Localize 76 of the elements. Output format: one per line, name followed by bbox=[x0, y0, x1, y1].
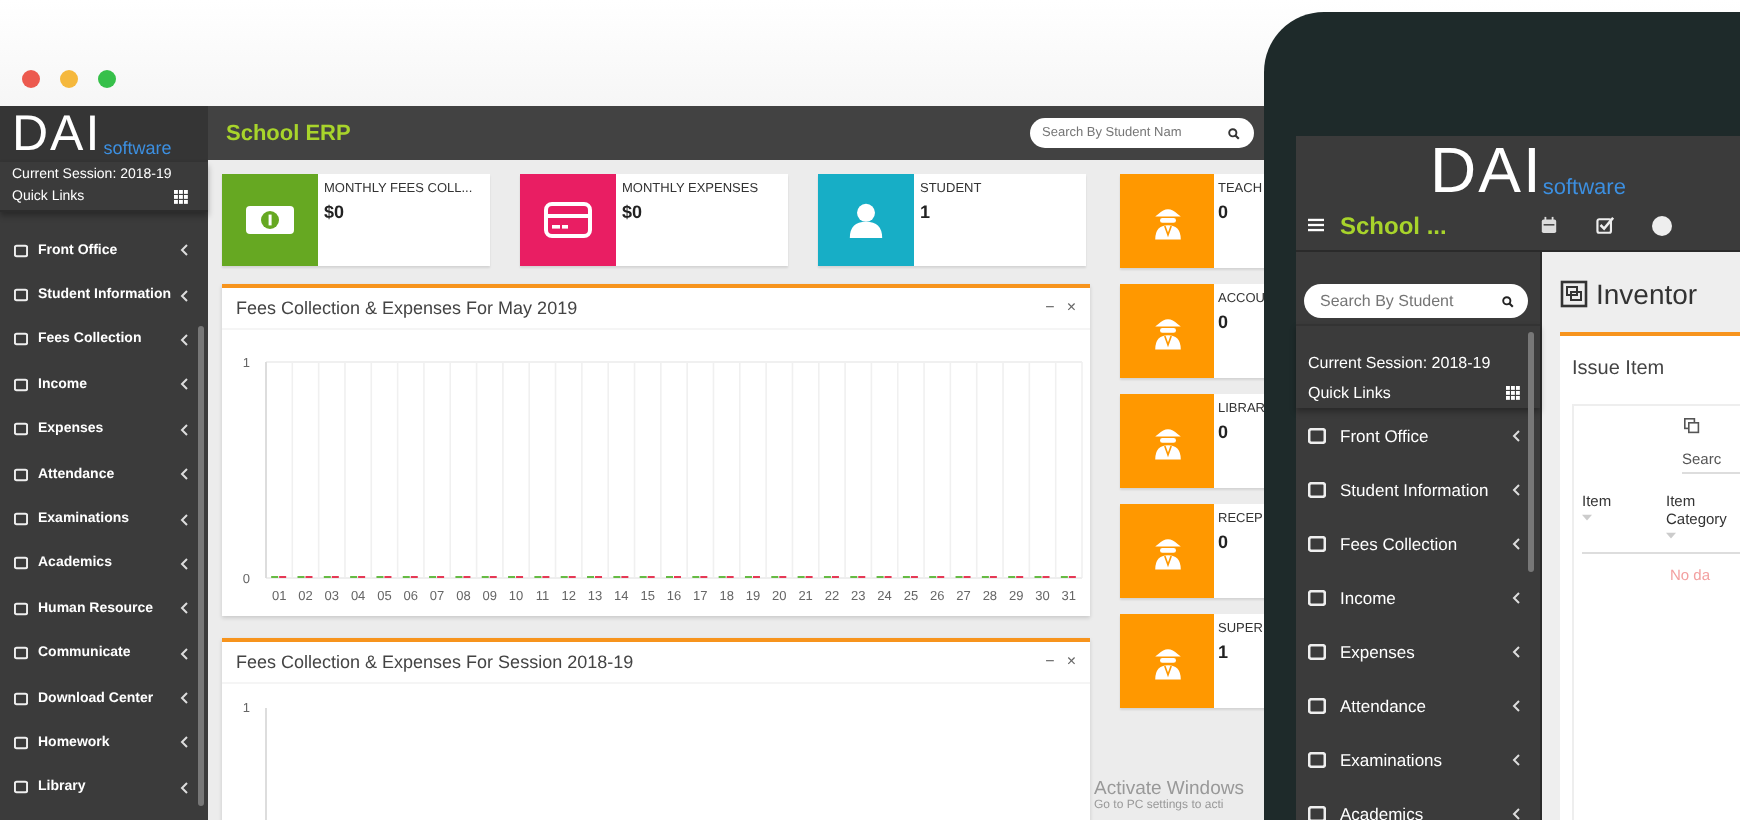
credit-card-icon bbox=[544, 202, 592, 238]
menu-item[interactable]: Attendance bbox=[1340, 695, 1512, 715]
spy-icon bbox=[1151, 203, 1183, 239]
logo: DAI software bbox=[1428, 136, 1628, 200]
window-dot[interactable] bbox=[98, 70, 116, 88]
chevron-icon bbox=[180, 513, 188, 526]
checkbox-icon[interactable] bbox=[1596, 216, 1614, 234]
boxes-icon bbox=[1560, 280, 1588, 308]
chevron-icon bbox=[180, 333, 188, 346]
chevron-icon bbox=[1512, 699, 1520, 711]
menu-icon[interactable] bbox=[1308, 218, 1324, 232]
card-value: 0 bbox=[1218, 312, 1231, 332]
panel-control[interactable]: × bbox=[1066, 300, 1076, 316]
card-value: 0 bbox=[1218, 422, 1231, 442]
menu-item[interactable]: Front Office bbox=[1340, 425, 1512, 445]
chevron-icon bbox=[1512, 591, 1520, 603]
spy-icon bbox=[1151, 423, 1183, 459]
menu-item[interactable]: Academics bbox=[1340, 803, 1512, 820]
spy-icon bbox=[1151, 643, 1183, 679]
chevron-icon bbox=[1512, 537, 1520, 549]
grid-icon[interactable] bbox=[174, 190, 188, 204]
app-title: School ERP bbox=[226, 121, 351, 145]
chevron-icon bbox=[180, 244, 188, 257]
panel-title: Fees Collection & Expenses For May 2019 bbox=[236, 298, 578, 318]
app-title: School ... bbox=[1340, 211, 1449, 239]
chevron-icon bbox=[180, 781, 188, 794]
banknote-icon bbox=[246, 202, 294, 238]
card-value: $0 bbox=[324, 202, 347, 222]
scrollbar[interactable] bbox=[1528, 332, 1534, 572]
window-dot[interactable] bbox=[22, 70, 40, 88]
chevron-icon bbox=[180, 378, 188, 391]
window-dot[interactable] bbox=[60, 70, 78, 88]
chevron-icon bbox=[1512, 429, 1520, 441]
avatar[interactable] bbox=[1652, 215, 1672, 235]
chevron-icon bbox=[180, 692, 188, 705]
spy-icon bbox=[1151, 313, 1183, 349]
card-title: Issue Item bbox=[1572, 358, 1665, 380]
search-icon[interactable] bbox=[1228, 127, 1240, 139]
page-title: Inventor bbox=[1596, 278, 1698, 310]
panel-control[interactable]: − bbox=[1045, 654, 1055, 670]
card-value: 1 bbox=[1218, 642, 1231, 662]
chevron-icon bbox=[1512, 483, 1520, 495]
chevron-icon bbox=[180, 468, 188, 481]
search-field[interactable]: Search By Student bbox=[1304, 284, 1528, 318]
logo: DAI software bbox=[0, 106, 208, 162]
panel-control[interactable]: − bbox=[1045, 300, 1055, 316]
scrollbar[interactable] bbox=[198, 326, 204, 806]
chevron-icon bbox=[1512, 753, 1520, 765]
chevron-icon bbox=[180, 423, 188, 436]
panel-control[interactable]: × bbox=[1066, 654, 1076, 670]
grid-icon[interactable] bbox=[1506, 386, 1520, 400]
card-value: $0 bbox=[622, 202, 645, 222]
chevron-icon bbox=[180, 289, 188, 302]
chevron-icon bbox=[180, 647, 188, 660]
card-value: 0 bbox=[1218, 202, 1231, 222]
session-text: Current Session: 2018-19 bbox=[1308, 354, 1491, 372]
chevron-icon bbox=[180, 736, 188, 749]
card-value: 1 bbox=[920, 202, 933, 222]
quick-links[interactable]: Quick Links bbox=[1308, 384, 1391, 402]
menu-item[interactable]: Student Information bbox=[1340, 479, 1512, 499]
calendar-icon[interactable] bbox=[1540, 216, 1558, 234]
menu-item[interactable]: Expenses bbox=[1340, 641, 1512, 661]
copy-icon[interactable] bbox=[1684, 418, 1700, 434]
card-value: 0 bbox=[1218, 532, 1231, 552]
chevron-icon bbox=[1512, 645, 1520, 657]
menu-item[interactable]: Income bbox=[1340, 587, 1512, 607]
spy-icon bbox=[1151, 533, 1183, 569]
chevron-icon bbox=[180, 602, 188, 615]
os-notice: Activate Windows bbox=[1094, 778, 1244, 800]
chevron-icon bbox=[180, 557, 188, 570]
y-axis bbox=[265, 707, 267, 820]
menu-item[interactable]: Examinations bbox=[1340, 749, 1512, 769]
panel-title: Fees Collection & Expenses For Session 2018-19 bbox=[236, 652, 634, 672]
chevron-icon bbox=[1512, 807, 1520, 819]
menu-item[interactable]: Fees Collection bbox=[1340, 533, 1512, 553]
search-icon[interactable] bbox=[1502, 295, 1514, 307]
